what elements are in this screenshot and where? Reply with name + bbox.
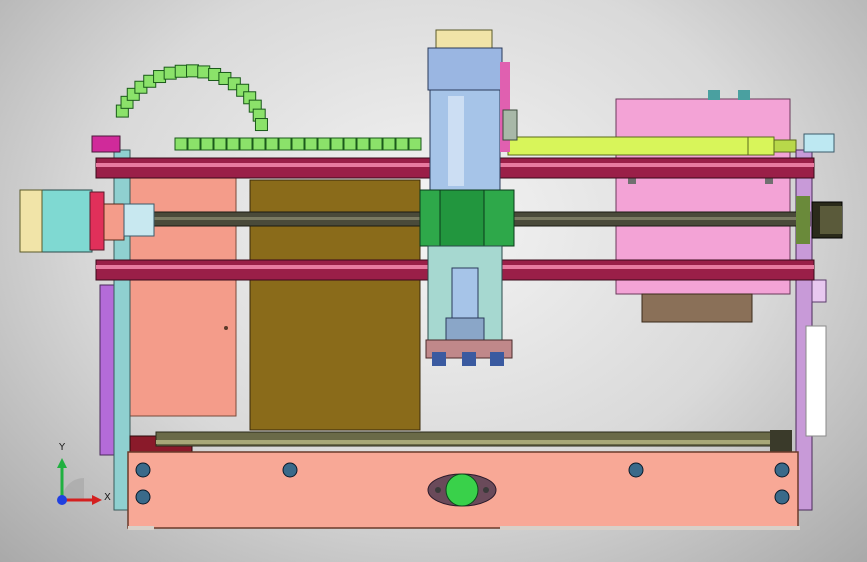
cable-chain-link <box>254 118 268 132</box>
spindle-clamp <box>419 189 515 247</box>
cable-chain-link <box>278 137 292 151</box>
axis-label-y: Y <box>59 442 66 453</box>
lime-bar <box>507 136 797 156</box>
cable-chain-link <box>163 66 177 80</box>
cable-chain-link <box>197 65 211 79</box>
axis-label-x: X <box>104 492 111 503</box>
cable-chain-link <box>343 137 357 151</box>
cable-chain-link <box>291 137 305 151</box>
green-knob <box>427 473 497 507</box>
cable-chain-link <box>304 137 318 151</box>
cable-chain-link <box>317 137 331 151</box>
cad-viewport[interactable]: Y X <box>0 0 867 562</box>
cable-chain-link <box>265 137 279 151</box>
cnc-machine-model[interactable] <box>0 0 867 562</box>
axis-triad-icon <box>57 458 102 505</box>
cable-chain-link <box>174 137 188 151</box>
cable-chain-link <box>382 137 396 151</box>
base-bolt <box>774 489 790 505</box>
cable-chain-link <box>252 137 266 151</box>
base-bolt <box>135 489 151 505</box>
cable-chain-link <box>187 137 201 151</box>
base-bolt <box>774 462 790 478</box>
frame-right <box>795 133 835 511</box>
cable-chain-link <box>200 137 214 151</box>
coupling-knob <box>796 196 843 244</box>
cable-chain-link <box>356 137 370 151</box>
cable-chain-link <box>174 64 188 78</box>
cable-chain-link <box>369 137 383 151</box>
cable-chain-link <box>186 64 200 78</box>
cable-chain-link <box>395 137 409 151</box>
cable-chain <box>115 64 422 151</box>
base-bolt <box>282 462 298 478</box>
base-bolt <box>135 462 151 478</box>
cable-chain-link <box>239 137 253 151</box>
cable-chain-link <box>330 137 344 151</box>
tool-holder <box>425 245 513 366</box>
cable-chain-link <box>226 137 240 151</box>
control-box <box>615 90 791 323</box>
cable-chain-link <box>213 137 227 151</box>
base-bolt <box>628 462 644 478</box>
cable-chain-link <box>408 137 422 151</box>
